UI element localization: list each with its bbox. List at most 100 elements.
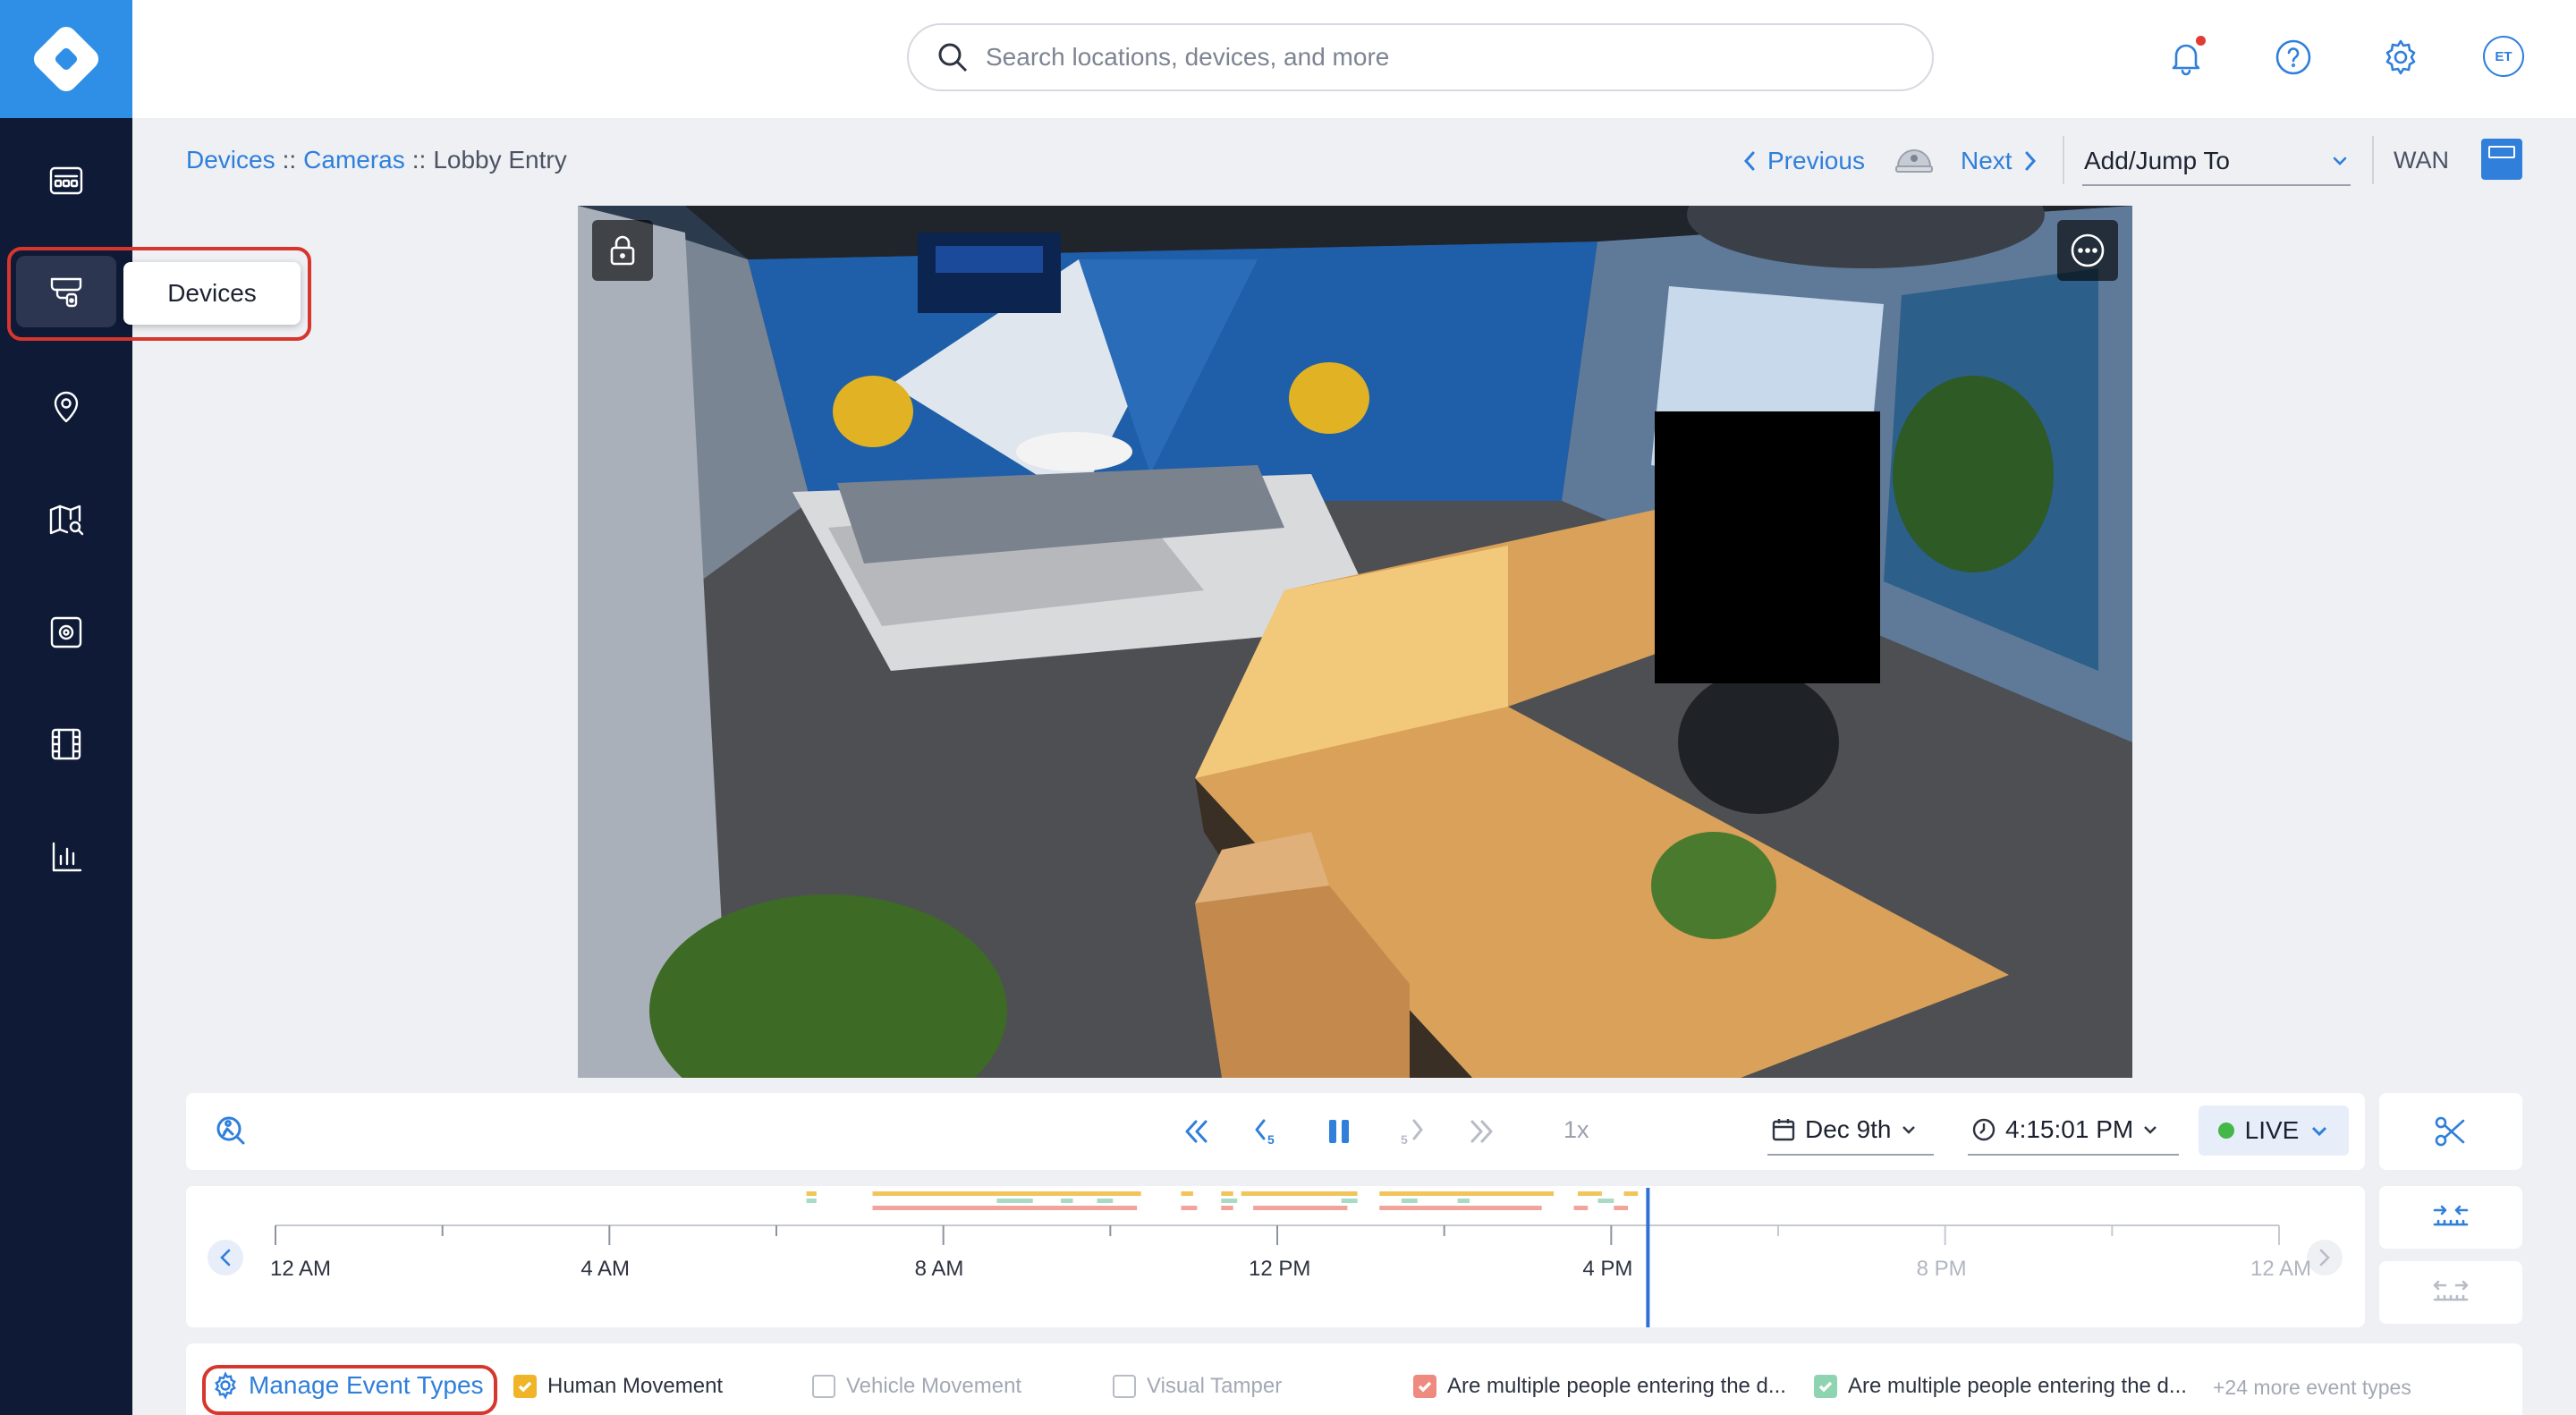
checkmark-icon: [1418, 1381, 1432, 1393]
timeline-label: 8 AM: [915, 1257, 964, 1281]
timeline-event-segment[interactable]: [1573, 1206, 1589, 1210]
person-search-button[interactable]: [204, 1111, 254, 1152]
timeline-event-segment[interactable]: [1597, 1199, 1614, 1203]
notifications-button[interactable]: [2163, 34, 2209, 80]
pause-icon: [1329, 1120, 1349, 1143]
event-type-label: Vehicle Movement: [846, 1374, 1022, 1398]
timeline-event-segment[interactable]: [1061, 1199, 1073, 1203]
date-picker[interactable]: Dec 9th: [1767, 1106, 1934, 1156]
breadcrumb-current: Lobby Entry: [433, 146, 567, 174]
fast-forward-button[interactable]: [1460, 1111, 1504, 1152]
event-type-multiple-people-1[interactable]: Are multiple people entering the d...: [1413, 1374, 1786, 1399]
breadcrumb-devices[interactable]: Devices: [186, 146, 275, 174]
timeline-event-segment[interactable]: [1253, 1206, 1348, 1210]
add-jump-dropdown[interactable]: Add/Jump To: [2082, 138, 2351, 186]
lock-icon: [610, 235, 635, 266]
rewind-button[interactable]: [1174, 1111, 1218, 1152]
timeline-event-segment[interactable]: [1221, 1191, 1233, 1196]
timeline-event-segment[interactable]: [1457, 1199, 1470, 1203]
chevron-down-icon: [1902, 1126, 1915, 1134]
playback-speed[interactable]: 1x: [1563, 1116, 1589, 1144]
timeline-event-segment[interactable]: [1221, 1206, 1233, 1210]
skip-forward-5-button[interactable]: 5: [1388, 1111, 1433, 1152]
user-avatar[interactable]: ET: [2483, 36, 2524, 77]
sidebar-item-clips[interactable]: [16, 708, 116, 780]
skip-back-5-button[interactable]: 5: [1245, 1111, 1290, 1152]
breadcrumb-separator: ::: [411, 146, 427, 174]
breadcrumb-cameras[interactable]: Cameras: [303, 146, 405, 174]
bar-chart-icon: [52, 842, 82, 872]
manage-event-types-label: Manage Event Types: [249, 1371, 484, 1399]
ethernet-icon[interactable]: [2481, 139, 2522, 180]
next-camera-button[interactable]: Next: [1961, 136, 2039, 186]
lock-button[interactable]: [592, 220, 653, 281]
timeline-event-segment[interactable]: [1578, 1191, 1602, 1196]
live-label: LIVE: [2244, 1116, 2300, 1144]
event-type-label: Visual Tamper: [1147, 1374, 1283, 1398]
sidebar-item-integrations[interactable]: [16, 597, 116, 668]
timeline-event-segment[interactable]: [1221, 1199, 1238, 1203]
timeline[interactable]: 12 AM 4 AM 8 AM 12 PM 4 PM 8 PM 12 AM: [186, 1186, 2365, 1327]
timeline-event-segment[interactable]: [872, 1206, 1138, 1210]
help-button[interactable]: [2270, 34, 2317, 80]
zoom-in-timeline-button[interactable]: [2379, 1186, 2522, 1249]
more-options-button[interactable]: [2057, 220, 2118, 281]
checkbox-unchecked[interactable]: [1113, 1375, 1136, 1398]
app-logo[interactable]: [0, 0, 132, 118]
sidebar-item-devices[interactable]: [16, 256, 116, 327]
timeline-event-segment[interactable]: [1181, 1206, 1198, 1210]
sidebar-item-reports[interactable]: [16, 821, 116, 893]
previous-camera-button[interactable]: Previous: [1741, 136, 1865, 186]
search-input[interactable]: [986, 43, 1791, 72]
timeline-event-segment[interactable]: [1623, 1191, 1639, 1196]
checkbox-unchecked[interactable]: [812, 1375, 835, 1398]
event-type-visual-tamper[interactable]: Visual Tamper: [1113, 1374, 1282, 1399]
timeline-event-segment[interactable]: [1614, 1206, 1628, 1210]
sidebar-item-maps[interactable]: [16, 484, 116, 555]
timeline-event-segment[interactable]: [1181, 1191, 1193, 1196]
pause-button[interactable]: [1317, 1111, 1361, 1152]
manage-event-types-button[interactable]: Manage Event Types: [206, 1363, 489, 1408]
live-button[interactable]: LIVE: [2199, 1106, 2349, 1156]
checkmark-icon: [1818, 1381, 1833, 1393]
checkbox-checked[interactable]: [1814, 1375, 1837, 1398]
time-value: 4:15:01 PM: [2005, 1115, 2134, 1143]
timeline-event-segment[interactable]: [1379, 1191, 1555, 1196]
breadcrumb-separator: ::: [282, 146, 297, 174]
timeline-event-segment[interactable]: [1401, 1199, 1418, 1203]
event-type-human-movement[interactable]: Human Movement: [513, 1374, 723, 1399]
timeline-event-segment[interactable]: [1341, 1199, 1358, 1203]
clip-button[interactable]: [2379, 1093, 2522, 1170]
timeline-next-button[interactable]: [2307, 1240, 2343, 1275]
checkbox-checked[interactable]: [513, 1375, 537, 1398]
timeline-event-segment[interactable]: [996, 1199, 1033, 1203]
map-search-icon: [49, 504, 84, 536]
timeline-event-segment[interactable]: [1097, 1199, 1114, 1203]
timeline-prev-button[interactable]: [208, 1240, 243, 1275]
next-label: Next: [1961, 147, 2012, 174]
compress-timeline-icon: [2433, 1205, 2469, 1226]
timeline-event-segment[interactable]: [806, 1191, 817, 1196]
location-pin-icon: [54, 391, 79, 423]
checkbox-checked[interactable]: [1413, 1375, 1436, 1398]
timeline-event-segment[interactable]: [1379, 1206, 1542, 1210]
zoom-out-timeline-button[interactable]: [2379, 1261, 2522, 1324]
double-chevron-left-icon: [1185, 1120, 1208, 1143]
global-search[interactable]: [907, 23, 1934, 91]
sidebar-item-dashboard[interactable]: [16, 145, 116, 216]
camera-video-feed[interactable]: [578, 206, 2132, 1078]
timeline-event-segment[interactable]: [806, 1199, 817, 1203]
scissors-icon: [2435, 1116, 2465, 1147]
timeline-event-segment[interactable]: [1241, 1191, 1358, 1196]
timeline-event-segment[interactable]: [872, 1191, 1141, 1196]
more-event-types-link[interactable]: +24 more event types: [2213, 1376, 2411, 1400]
player-controls: 5 5 1x Dec 9th 4:15:01 PM LIVE: [186, 1093, 2365, 1170]
sidebar-item-locations[interactable]: [16, 370, 116, 442]
divider: [2063, 136, 2064, 184]
settings-button[interactable]: [2377, 34, 2424, 80]
time-picker[interactable]: 4:15:01 PM: [1968, 1106, 2179, 1156]
event-type-vehicle-movement[interactable]: Vehicle Movement: [812, 1374, 1021, 1399]
live-status-dot: [2217, 1123, 2234, 1139]
film-icon: [51, 728, 81, 760]
event-type-multiple-people-2[interactable]: Are multiple people entering the d...: [1814, 1374, 2187, 1399]
